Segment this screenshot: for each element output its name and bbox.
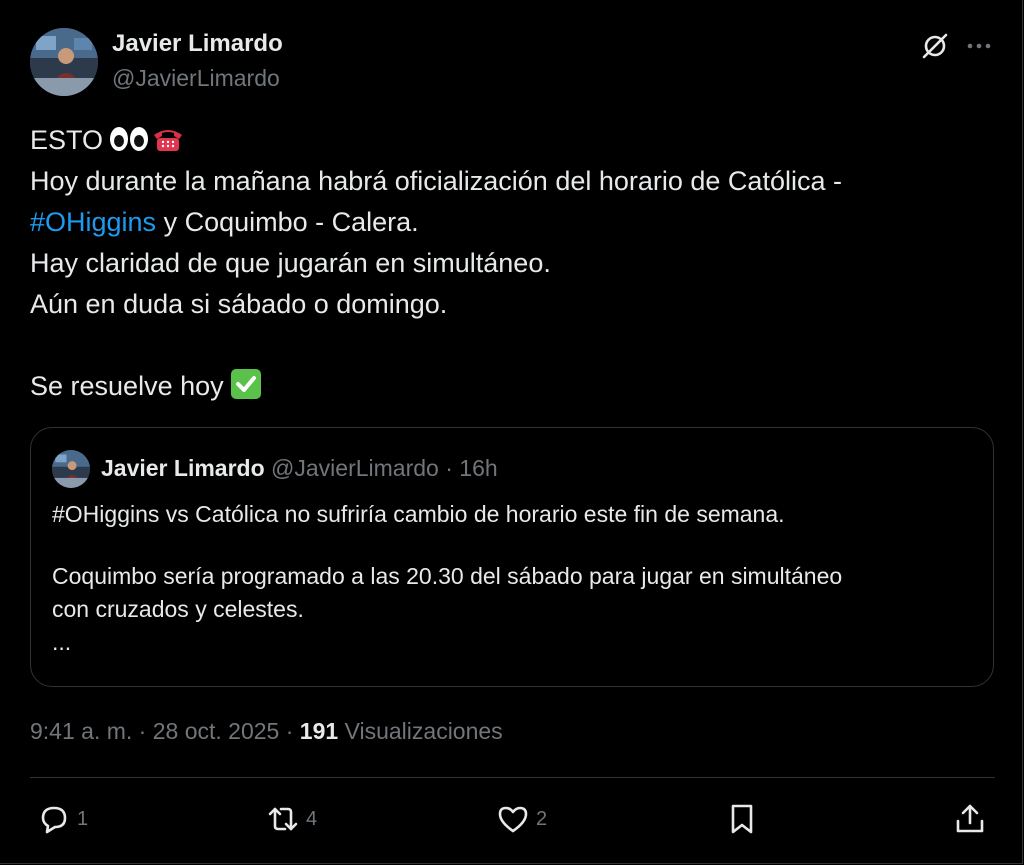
meta-separator: · [285,718,294,744]
reply-count: 1 [77,807,89,830]
share-icon [956,804,984,833]
quoted-text: #OHiggins vs Católica no sufriría cambio… [52,498,982,659]
repost-icon [268,807,298,831]
author-name[interactable]: Javier Limardo [112,30,283,58]
views-count: 191 [299,718,339,744]
like-button[interactable]: 2 [496,801,547,837]
heart-icon [498,806,528,833]
quoted-line-3: con cruzados y celestes. [52,596,304,622]
tweet-text: ESTO Hoy durante la mañana habrá oficial… [30,120,990,407]
check-mark-emoji [230,368,262,412]
repost-button[interactable]: 4 [266,801,317,837]
tweet-line-1: ESTO [30,120,990,161]
divider [30,777,995,778]
meta-separator: · [138,718,147,744]
tweet-line-6: Se resuelve hoy [30,366,990,407]
quoted-timestamp[interactable]: 16h [459,455,497,481]
telephone-emoji [152,124,184,165]
bookmark-button[interactable] [725,801,759,837]
author-handle[interactable]: @JavierLimardo [112,65,280,92]
quoted-line-1: #OHiggins vs Católica no sufriría cambio… [52,501,785,527]
bookmark-icon [731,804,753,834]
quoted-blank-line [52,531,982,560]
hashtag-link[interactable]: #OHiggins [30,207,156,237]
views-label: Visualizaciones [344,718,503,744]
tweet-line-3: #OHiggins y Coquimbo - Calera. [30,207,419,237]
eyes-emoji [109,123,149,164]
tweet-time[interactable]: 9:41 a. m. [30,718,132,744]
like-count: 2 [536,807,548,830]
quoted-line-2: Coquimbo sería programado a las 20.30 de… [52,563,843,589]
tweet-date[interactable]: 28 oct. 2025 [153,718,280,744]
quoted-separator: · [445,455,453,481]
share-button[interactable] [953,801,987,837]
repost-count: 4 [306,807,318,830]
quoted-author-name[interactable]: Javier Limardo [101,455,265,481]
quoted-tweet[interactable]: Javier Limardo @JavierLimardo · 16h #OHi… [30,427,994,687]
quoted-header: Javier Limardo @JavierLimardo · 16h [101,455,498,482]
quoted-author-handle[interactable]: @JavierLimardo [271,455,439,481]
tweet-line-4: Hay claridad de que jugarán en simultáne… [30,248,551,278]
quoted-line-4: ... [52,629,72,655]
author-avatar[interactable] [30,28,98,96]
reply-button[interactable]: 1 [37,801,88,837]
reply-icon [41,806,67,834]
tweet-line-2: Hoy durante la mañana habrá oficializaci… [30,166,842,196]
quoted-author-avatar[interactable] [52,450,90,488]
tweet-meta: 9:41 a. m. · 28 oct. 2025 · 191 Visualiz… [30,718,503,745]
grok-icon[interactable] [919,30,951,62]
tweet-line-5: Aún en duda si sábado o domingo. [30,289,448,319]
more-icon[interactable] [963,30,995,62]
